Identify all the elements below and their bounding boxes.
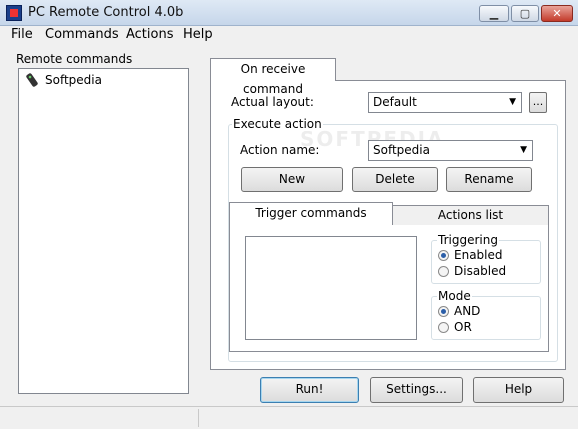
- menu-actions[interactable]: Actions: [126, 27, 174, 42]
- radio-and-label: AND: [454, 304, 481, 318]
- new-button[interactable]: New: [241, 167, 343, 192]
- execute-action-label: Execute action: [232, 117, 323, 131]
- remote-item-icon: [25, 73, 39, 87]
- actual-layout-value: Default: [373, 95, 417, 109]
- actual-layout-select[interactable]: Default ▼: [368, 92, 522, 113]
- close-button[interactable]: ✕: [541, 5, 573, 22]
- remote-commands-label: Remote commands: [16, 52, 133, 66]
- trigger-commands-list[interactable]: [245, 236, 417, 340]
- menu-file[interactable]: File: [11, 27, 33, 42]
- menu-commands[interactable]: Commands: [45, 27, 119, 42]
- menu-help[interactable]: Help: [183, 27, 213, 42]
- chevron-down-icon: ▼: [509, 97, 516, 107]
- tab-actions-list[interactable]: Actions list: [392, 205, 549, 225]
- radio-enabled[interactable]: [438, 250, 449, 261]
- status-bar: [0, 406, 578, 429]
- chevron-down-icon: ▼: [520, 145, 527, 155]
- help-button[interactable]: Help: [473, 377, 564, 403]
- app-icon: [6, 5, 22, 21]
- tab-on-receive-command[interactable]: On receive command: [210, 58, 336, 96]
- layout-browse-button[interactable]: ...: [529, 92, 547, 113]
- delete-button[interactable]: Delete: [352, 167, 438, 192]
- settings-button[interactable]: Settings...: [370, 377, 463, 403]
- radio-or[interactable]: [438, 322, 449, 333]
- maximize-button[interactable]: ▢: [511, 5, 539, 22]
- mode-label: Mode: [437, 289, 472, 303]
- radio-or-label: OR: [454, 320, 472, 334]
- radio-disabled[interactable]: [438, 266, 449, 277]
- tab-trigger-commands[interactable]: Trigger commands: [229, 202, 393, 225]
- triggering-label: Triggering: [437, 233, 499, 247]
- radio-and[interactable]: [438, 306, 449, 317]
- run-button[interactable]: Run!: [260, 377, 359, 403]
- window-title: PC Remote Control 4.0b: [28, 5, 184, 20]
- action-name-select[interactable]: Softpedia ▼: [368, 140, 533, 161]
- minimize-button[interactable]: ▁: [479, 5, 509, 22]
- status-divider: [198, 409, 199, 427]
- remote-commands-list[interactable]: Softpedia: [18, 68, 189, 394]
- radio-disabled-label: Disabled: [454, 264, 507, 278]
- action-name-value: Softpedia: [373, 143, 430, 157]
- action-name-label: Action name:: [240, 143, 320, 157]
- rename-button[interactable]: Rename: [446, 167, 532, 192]
- radio-enabled-label: Enabled: [454, 248, 503, 262]
- remote-item-softpedia[interactable]: Softpedia: [45, 73, 102, 87]
